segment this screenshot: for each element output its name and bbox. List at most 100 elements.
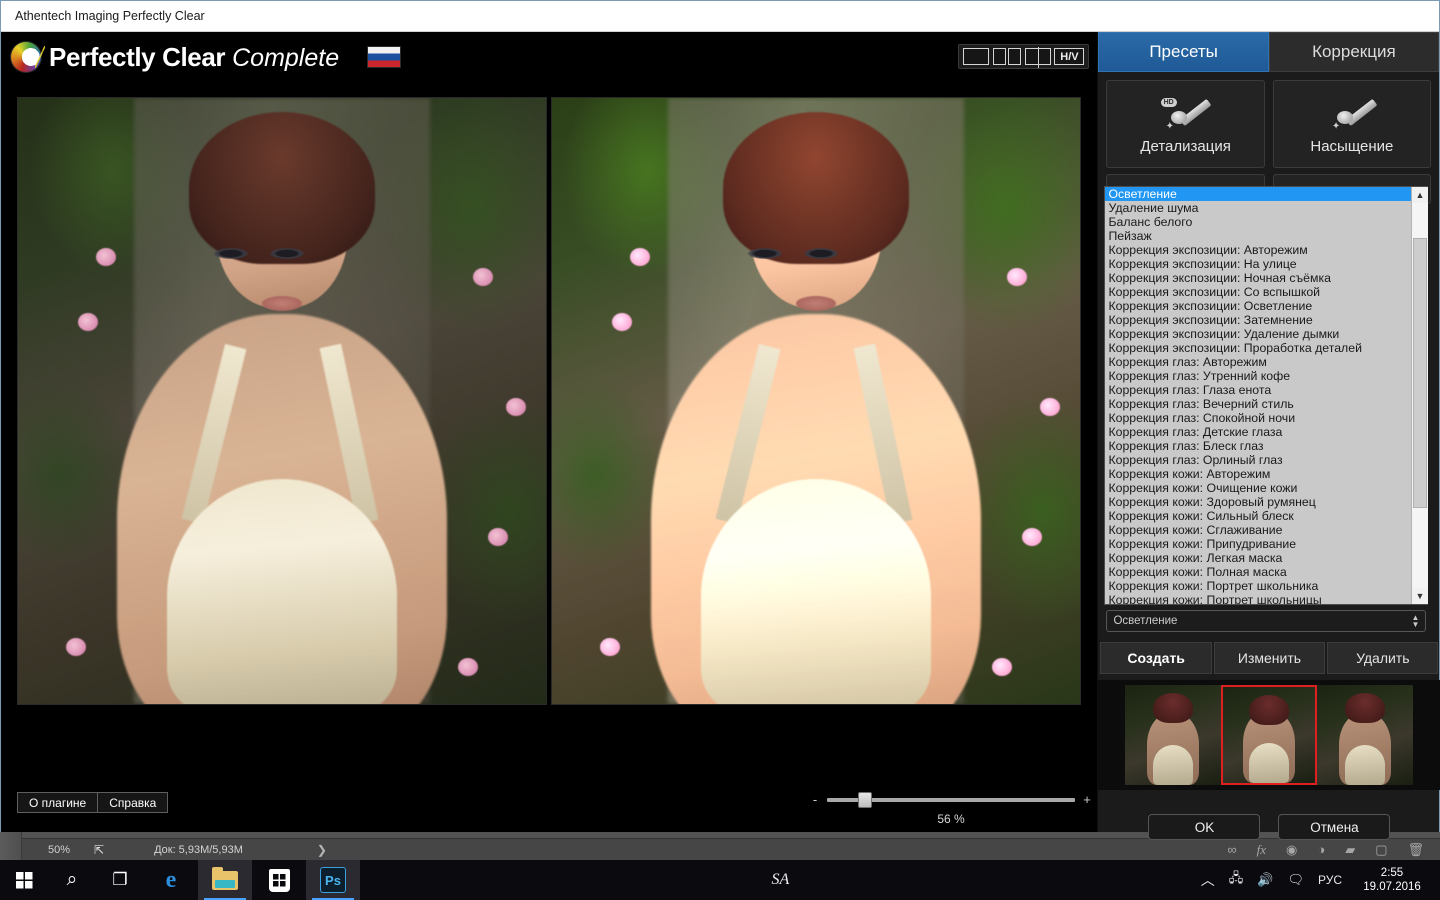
right-panel: Пресеты Коррекция HD ✦ Детализация ✦ Нас… (1097, 32, 1440, 840)
preset-list-item[interactable]: Коррекция экспозиции: Авторежим (1105, 243, 1411, 257)
create-preset-button[interactable]: Создать (1100, 642, 1212, 674)
brand-edition: Complete (232, 43, 340, 72)
zoom-slider-control[interactable]: - + (811, 791, 1091, 808)
preset-dropdown-value: Осветление (1113, 615, 1178, 627)
preset-list-item[interactable]: Коррекция глаз: Глаза енота (1105, 383, 1411, 397)
preset-list-container[interactable]: Осветление Удаление шума Баланс белого Пейз… (1104, 186, 1429, 605)
thumbnail-strip[interactable] (1098, 680, 1440, 790)
spinner-icon[interactable]: ▲ ▼ (1412, 613, 1420, 628)
preset-list-item[interactable]: Коррекция кожи: Припудривание (1105, 537, 1411, 551)
horizontal-vertical-toggle-icon[interactable]: H/V (1054, 48, 1085, 65)
after-image[interactable] (551, 97, 1082, 705)
action-center-icon[interactable]: 🗨 (1287, 872, 1304, 888)
preset-list[interactable]: Осветление Удаление шума Баланс белого Пейз… (1105, 187, 1412, 604)
search-icon[interactable]: ⌕ (48, 860, 96, 900)
preset-list-item[interactable]: Пейзаж (1105, 229, 1411, 243)
preset-list-item[interactable]: Коррекция кожи: Легкая маска (1105, 551, 1411, 565)
edit-preset-button[interactable]: Изменить (1213, 642, 1326, 674)
preset-list-item[interactable]: Коррекция экспозиции: Осветление (1105, 299, 1411, 313)
preset-list-item[interactable]: Коррекция глаз: Авторежим (1105, 355, 1411, 369)
edge-icon[interactable]: e (144, 860, 198, 900)
preset-list-item[interactable]: Коррекция экспозиции: Со вспышкой (1105, 285, 1411, 299)
before-image[interactable] (17, 97, 548, 705)
preset-list-item[interactable]: Коррекция глаз: Детские глаза (1105, 425, 1411, 439)
brush-icon: ✦ (1325, 94, 1379, 134)
language-indicator[interactable]: РУС (1318, 873, 1342, 887)
show-hidden-icons-icon[interactable]: ︿ (1201, 870, 1215, 890)
preset-list-item[interactable]: Удаление шума (1105, 201, 1411, 215)
share-icon[interactable]: ⇱ (94, 843, 104, 857)
thumbnail-item[interactable] (1125, 685, 1222, 785)
network-icon[interactable]: 🖧 (1229, 869, 1244, 891)
screen: 50% ⇱ Док: 5,93M/5,93M ❯ ∞ fx ◉ ◑ ▰ ▢ 🗑 … (0, 0, 1440, 900)
preset-list-item[interactable]: Коррекция экспозиции: Удаление дымки (1105, 327, 1411, 341)
window-titlebar: Athentech Imaging Perfectly Clear (1, 1, 1439, 32)
preset-list-scrollbar[interactable]: ▲ ▼ (1411, 187, 1428, 604)
zoom-in-button[interactable]: + (1083, 792, 1091, 807)
tab-presets[interactable]: Пресеты (1098, 32, 1269, 72)
start-button[interactable] (0, 860, 48, 900)
preset-list-item[interactable]: Коррекция экспозиции: Затемнение (1105, 313, 1411, 327)
image-comparison-stage[interactable] (1, 82, 1098, 782)
photoshop-layer-icons: ∞ fx ◉ ◑ ▰ ▢ 🗑 (1227, 842, 1424, 858)
chevron-right-icon[interactable]: ❯ (317, 843, 327, 857)
adjustment-mask-icon[interactable]: ◉ (1286, 842, 1297, 858)
delete-preset-button[interactable]: Удалить (1327, 642, 1439, 674)
preset-list-item[interactable]: Осветление (1105, 187, 1412, 201)
preset-list-item[interactable]: Коррекция глаз: Блеск глаз (1105, 439, 1411, 453)
plugin-footer: О плагине Справка - + 56 % (1, 782, 1098, 832)
single-view-icon[interactable] (963, 48, 990, 65)
link-icon[interactable]: ∞ (1227, 842, 1236, 857)
preset-list-item[interactable]: Коррекция экспозиции: Ночная съёмка (1105, 271, 1411, 285)
preset-list-item[interactable]: Коррекция кожи: Сглаживание (1105, 523, 1411, 537)
photoshop-zoom-level[interactable]: 50% (48, 844, 80, 856)
preset-action-row: Создать Изменить Удалить (1098, 642, 1440, 674)
volume-icon[interactable]: 🔊 (1257, 872, 1273, 888)
split-view-icon[interactable] (1025, 47, 1052, 68)
preset-list-item[interactable]: Коррекция кожи: Полная маска (1105, 565, 1411, 579)
about-plugin-button[interactable]: О плагине (17, 792, 99, 813)
zoom-slider-thumb[interactable] (857, 791, 872, 808)
clock[interactable]: 2:55 19.07.2016 (1356, 866, 1428, 894)
file-explorer-icon[interactable] (198, 860, 252, 900)
scrollbar-track[interactable] (1411, 203, 1428, 588)
new-layer-icon[interactable]: ▢ (1375, 842, 1387, 858)
task-view-icon[interactable]: ❐ (96, 860, 144, 900)
cancel-button[interactable]: Отмена (1278, 814, 1391, 840)
preset-list-item[interactable]: Коррекция глаз: Вечерний стиль (1105, 397, 1411, 411)
fx-icon[interactable]: fx (1257, 842, 1266, 858)
tile-saturation[interactable]: ✦ Насыщение (1272, 80, 1431, 168)
microsoft-store-icon[interactable] (252, 860, 306, 900)
zoom-slider-track[interactable] (827, 791, 1075, 808)
preset-list-item[interactable]: Коррекция кожи: Портрет школьника (1105, 579, 1411, 593)
preset-list-item[interactable]: Коррекция кожи: Очищение кожи (1105, 481, 1411, 495)
tile-detail[interactable]: HD ✦ Детализация (1106, 80, 1265, 168)
preset-list-item[interactable]: Коррекция глаз: Орлиный глаз (1105, 453, 1411, 467)
thumbnail-item[interactable] (1317, 685, 1414, 785)
preset-list-item[interactable]: Коррекция экспозиции: На улице (1105, 257, 1411, 271)
tab-correction[interactable]: Коррекция (1268, 32, 1439, 72)
scrollbar-thumb[interactable] (1412, 238, 1427, 508)
side-by-side-view-icon[interactable] (992, 48, 1023, 65)
ok-button[interactable]: OK (1148, 814, 1261, 840)
adjustment-layer-icon[interactable]: ◑ (1317, 842, 1325, 857)
new-group-icon[interactable]: ▰ (1345, 842, 1355, 858)
scroll-up-icon[interactable]: ▲ (1411, 187, 1428, 203)
preset-list-item[interactable]: Коррекция глаз: Спокойной ночи (1105, 411, 1411, 425)
preset-list-item[interactable]: Коррекция глаз: Утренний кофе (1105, 369, 1411, 383)
thumbnail-item-selected[interactable] (1221, 685, 1318, 785)
zoom-out-button[interactable]: - (811, 792, 819, 807)
ru-flag-icon[interactable] (367, 46, 402, 68)
preset-list-item[interactable]: Баланс белого (1105, 215, 1411, 229)
delete-layer-icon[interactable]: 🗑 (1407, 842, 1424, 858)
preset-list-item[interactable]: Коррекция кожи: Здоровый румянец (1105, 495, 1411, 509)
preset-list-item[interactable]: Коррекция кожи: Портрет школьницы (1105, 593, 1411, 604)
help-button[interactable]: Справка (98, 792, 169, 813)
photoshop-icon[interactable]: Ps (306, 860, 360, 900)
preset-list-item[interactable]: Коррекция экспозиции: Проработка деталей (1105, 341, 1411, 355)
preset-name-dropdown[interactable]: Осветление ▲ ▼ (1106, 610, 1427, 632)
preset-list-item[interactable]: Коррекция кожи: Авторежим (1105, 467, 1411, 481)
scroll-down-icon[interactable]: ▼ (1411, 588, 1428, 604)
photoshop-status-bar: 50% ⇱ Док: 5,93M/5,93M ❯ ∞ fx ◉ ◑ ▰ ▢ 🗑 (22, 838, 1440, 860)
preset-list-item[interactable]: Коррекция кожи: Сильный блеск (1105, 509, 1411, 523)
